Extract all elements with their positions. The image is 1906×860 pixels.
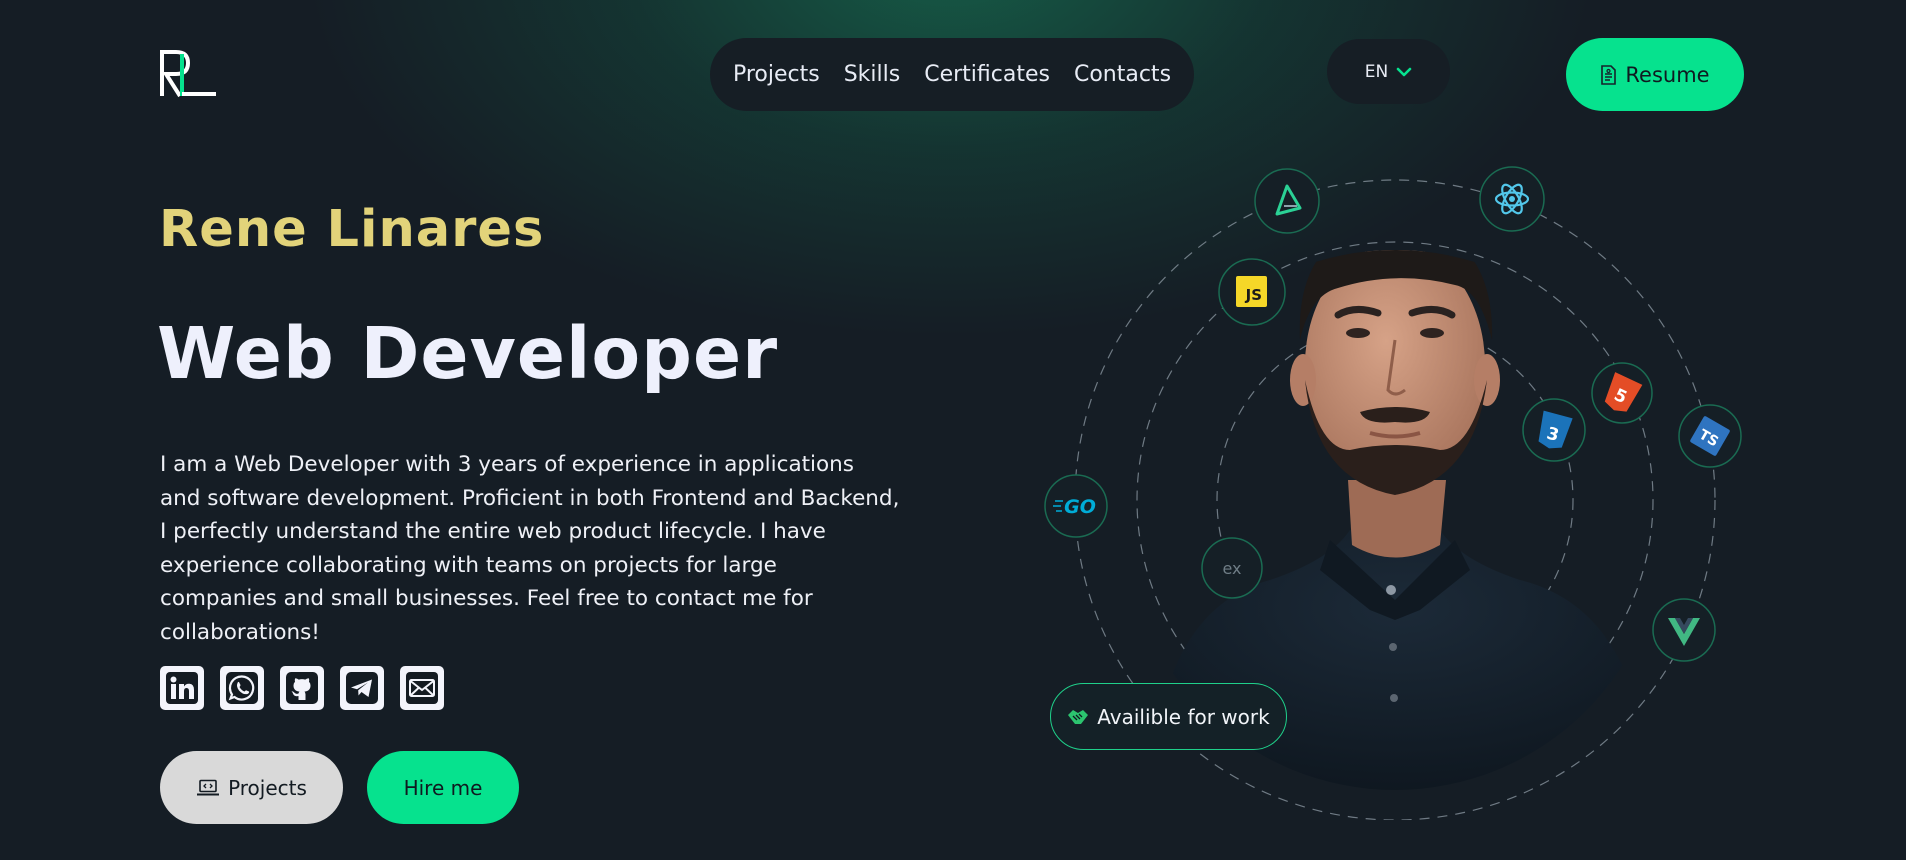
astro-icon [1254, 168, 1320, 234]
whatsapp-link[interactable] [220, 666, 264, 710]
resume-button[interactable]: Resume [1566, 38, 1744, 111]
nav-item-contacts[interactable]: Contacts [1074, 62, 1171, 87]
availability-label: Availible for work [1097, 704, 1270, 729]
svg-text:GO: GO [1064, 496, 1096, 518]
express-icon: ex [1201, 537, 1263, 599]
laptop-code-icon [197, 779, 220, 795]
main-nav: Projects Skills Certificates Contacts [710, 38, 1194, 111]
react-icon [1479, 166, 1545, 232]
nav-item-certificates[interactable]: Certificates [924, 62, 1050, 87]
typescript-icon: TS [1678, 404, 1742, 468]
javascript-icon: JS [1218, 258, 1286, 326]
hire-me-label: Hire me [403, 775, 483, 800]
linkedin-icon [166, 672, 198, 704]
chevron-down-icon [1396, 67, 1412, 76]
telegram-link[interactable] [340, 666, 384, 710]
document-icon [1601, 64, 1617, 85]
language-label: EN [1364, 61, 1389, 82]
hero-role: Web Developer [157, 312, 779, 395]
nav-item-skills[interactable]: Skills [844, 62, 901, 87]
github-link[interactable] [280, 666, 324, 710]
mail-icon [406, 672, 438, 704]
nav-item-projects[interactable]: Projects [733, 62, 820, 87]
github-icon [286, 672, 318, 704]
html5-icon: 5 [1591, 362, 1653, 424]
projects-button[interactable]: Projects [160, 751, 343, 824]
svg-text:JS: JS [1245, 286, 1262, 304]
css3-icon: 3 [1522, 398, 1586, 462]
go-icon: GO [1044, 474, 1108, 538]
projects-button-label: Projects [228, 775, 307, 800]
whatsapp-icon [226, 672, 258, 704]
social-links [160, 666, 444, 710]
telegram-icon [346, 672, 378, 704]
hero-bio: I am a Web Developer with 3 years of exp… [160, 452, 900, 645]
availability-badge: Availible for work [1050, 683, 1287, 750]
rl-logo[interactable] [158, 48, 218, 98]
resume-label: Resume [1625, 62, 1710, 87]
hire-me-button[interactable]: Hire me [367, 751, 519, 824]
mail-link[interactable] [400, 666, 444, 710]
vue-icon [1652, 598, 1716, 662]
hero-name: Rene Linares [159, 200, 545, 259]
language-selector[interactable]: EN [1327, 39, 1450, 104]
svg-text:ex: ex [1222, 559, 1241, 578]
linkedin-link[interactable] [160, 666, 204, 710]
handshake-icon [1068, 709, 1089, 724]
